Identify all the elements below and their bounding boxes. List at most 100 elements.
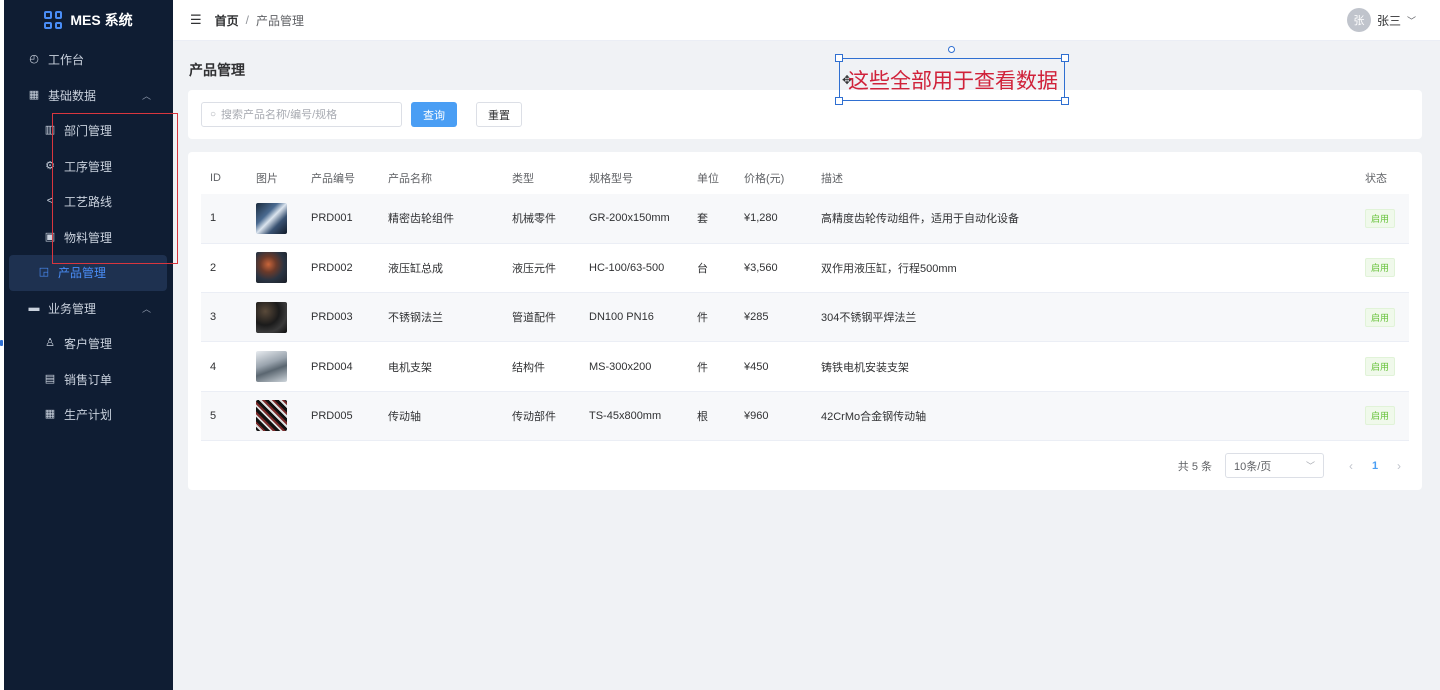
page-number-current[interactable]: 1 [1366,460,1384,472]
next-page-button[interactable]: › [1390,459,1408,473]
sidebar-group-business[interactable]: ▬ 业务管理 ︿ [4,291,173,327]
sidebar: MES 系统 ◴ 工作台 ▦ 基础数据 ︿ ▥ 部门管理 ⚙ 工序管理 < 工艺… [4,0,173,690]
status-badge: 启用 [1365,208,1396,228]
grid-icon: ▦ [28,88,40,101]
sidebar-item-label: 部门管理 [64,124,113,139]
product-thumbnail[interactable] [256,252,287,284]
cell-desc: 双作用液压缸，行程500mm [812,243,1356,294]
resize-handle[interactable] [0,340,3,346]
product-thumbnail[interactable] [256,351,287,383]
avatar: 张 [1346,8,1371,32]
table-row[interactable]: 2 PRD002 液压缸总成 液压元件 HC-100/63-500 台 ¥3,5… [201,243,1409,294]
text-annotation-box[interactable]: ✥ 这些全部用于查看数据 [835,46,1069,105]
table-row[interactable]: 3 PRD003 不锈钢法兰 管道配件 DN100 PN16 件 ¥285 30… [201,292,1409,343]
sidebar-item-label: 客户管理 [64,337,113,352]
annotation-text[interactable]: 这些全部用于查看数据 [848,65,1058,95]
cell-type: 液压元件 [503,243,580,294]
cell-price: ¥1,280 [735,194,812,244]
chevron-down-icon: ﹀ [1406,15,1416,26]
cell-desc: 高精度齿轮传动组件，适用于自动化设备 [812,194,1356,244]
breadcrumb-current: 产品管理 [256,13,305,28]
calendar-icon: ▦ [44,408,56,421]
search-input[interactable] [221,108,392,121]
cell-id: 1 [201,194,247,244]
product-thumbnail[interactable] [256,202,287,234]
sidebar-item-label: 工艺路线 [64,195,113,210]
menu-toggle-icon[interactable]: ☰ [190,12,202,28]
cell-status: 启用 [1356,292,1409,343]
pagination: 共 5 条 10条/页 ﹀ ‹ 1 › [1178,453,1408,478]
table-row[interactable]: 4 PRD004 电机支架 结构件 MS-300x200 件 ¥450 铸铁电机… [201,341,1409,392]
share-icon: < [46,195,54,208]
cell-image [247,341,302,392]
status-badge: 启用 [1365,357,1396,377]
cell-code: PRD004 [302,341,379,392]
search-card: ○ 查询 重置 [188,90,1422,139]
cell-status: 启用 [1356,194,1409,244]
cell-spec: MS-300x200 [580,341,688,392]
cell-id: 4 [201,341,247,392]
app-title: MES 系统 [70,12,133,28]
rotate-handle[interactable] [948,46,955,53]
sidebar-item-label: 基础数据 [48,88,97,103]
cell-name: 液压缸总成 [379,243,503,294]
chevron-up-icon: ︿ [141,90,151,101]
product-thumbnail[interactable] [256,301,287,333]
cell-desc: 42CrMo合金钢传动轴 [812,391,1356,441]
cell-image [247,194,302,244]
cell-spec: TS-45x800mm [580,391,688,441]
cell-type: 管道配件 [503,292,580,343]
sidebar-item-customer[interactable]: ♙ 客户管理 [4,326,173,362]
user-name: 张三 [1376,13,1401,28]
status-badge: 启用 [1365,307,1396,327]
cell-id: 5 [201,391,247,441]
cell-code: PRD002 [302,243,379,294]
column-header-spec: 规格型号 [589,173,633,185]
pagination-total: 共 5 条 [1177,460,1212,473]
breadcrumb-separator: / [245,13,250,27]
cell-name: 不锈钢法兰 [379,292,503,343]
sidebar-item-production-plan[interactable]: ▦ 生产计划 [4,397,173,433]
sidebar-item-product[interactable]: ◲ 产品管理 [9,255,167,291]
dashboard-icon: ◴ [29,53,39,66]
resize-handle-top-left[interactable] [835,54,843,62]
user-menu[interactable]: 张 张三 ﹀ [1346,8,1416,32]
sidebar-item-department[interactable]: ▥ 部门管理 [4,113,173,149]
gear-icon: ⚙ [45,159,55,172]
column-header-desc: 描述 [821,173,843,185]
cell-code: PRD001 [302,194,379,244]
top-header: ☰ 首页 / 产品管理 张 张三 ﹀ [173,0,1440,41]
product-thumbnail[interactable] [256,400,287,432]
sidebar-item-process[interactable]: ⚙ 工序管理 [4,149,173,185]
search-field[interactable]: ○ [201,102,402,127]
column-header-price: 价格(元) [744,173,785,185]
breadcrumb-home[interactable]: 首页 [215,12,239,29]
prev-page-button[interactable]: ‹ [1342,459,1360,473]
resize-handle-bottom-left[interactable] [835,97,843,105]
cell-id: 3 [201,292,247,343]
sidebar-item-dashboard[interactable]: ◴ 工作台 [4,42,173,78]
table-row[interactable]: 1 PRD001 精密齿轮组件 机械零件 GR-200x150mm 套 ¥1,2… [201,194,1409,244]
status-badge: 启用 [1365,258,1396,278]
cell-desc: 铸铁电机安装支架 [812,341,1356,392]
chevron-down-icon: ﹀ [1305,461,1315,471]
sidebar-item-route[interactable]: < 工艺路线 [4,184,173,220]
column-header-image: 图片 [256,173,278,185]
sidebar-group-basic-data[interactable]: ▦ 基础数据 ︿ [4,78,173,114]
app-logo[interactable]: MES 系统 [4,0,173,40]
cell-id: 2 [201,243,247,294]
cell-price: ¥285 [735,292,812,343]
page-size-select[interactable]: 10条/页 ﹀ [1225,453,1324,478]
sidebar-item-material[interactable]: ▣ 物料管理 [4,220,173,256]
resize-handle-bottom-right[interactable] [1061,97,1069,105]
chevron-up-icon: ︿ [141,303,151,314]
sidebar-item-label: 销售订单 [64,372,113,387]
sidebar-item-sales-order[interactable]: ▤ 销售订单 [4,362,173,398]
box-icon: ▣ [44,230,56,243]
reset-button[interactable]: 重置 [476,102,522,127]
table-row[interactable]: 5 PRD005 传动轴 传动部件 TS-45x800mm 根 ¥960 42C… [201,391,1409,441]
resize-handle-top-right[interactable] [1061,54,1069,62]
briefcase-icon: ▬ [28,301,40,314]
cell-name: 传动轴 [379,391,503,441]
query-button[interactable]: 查询 [411,102,457,127]
